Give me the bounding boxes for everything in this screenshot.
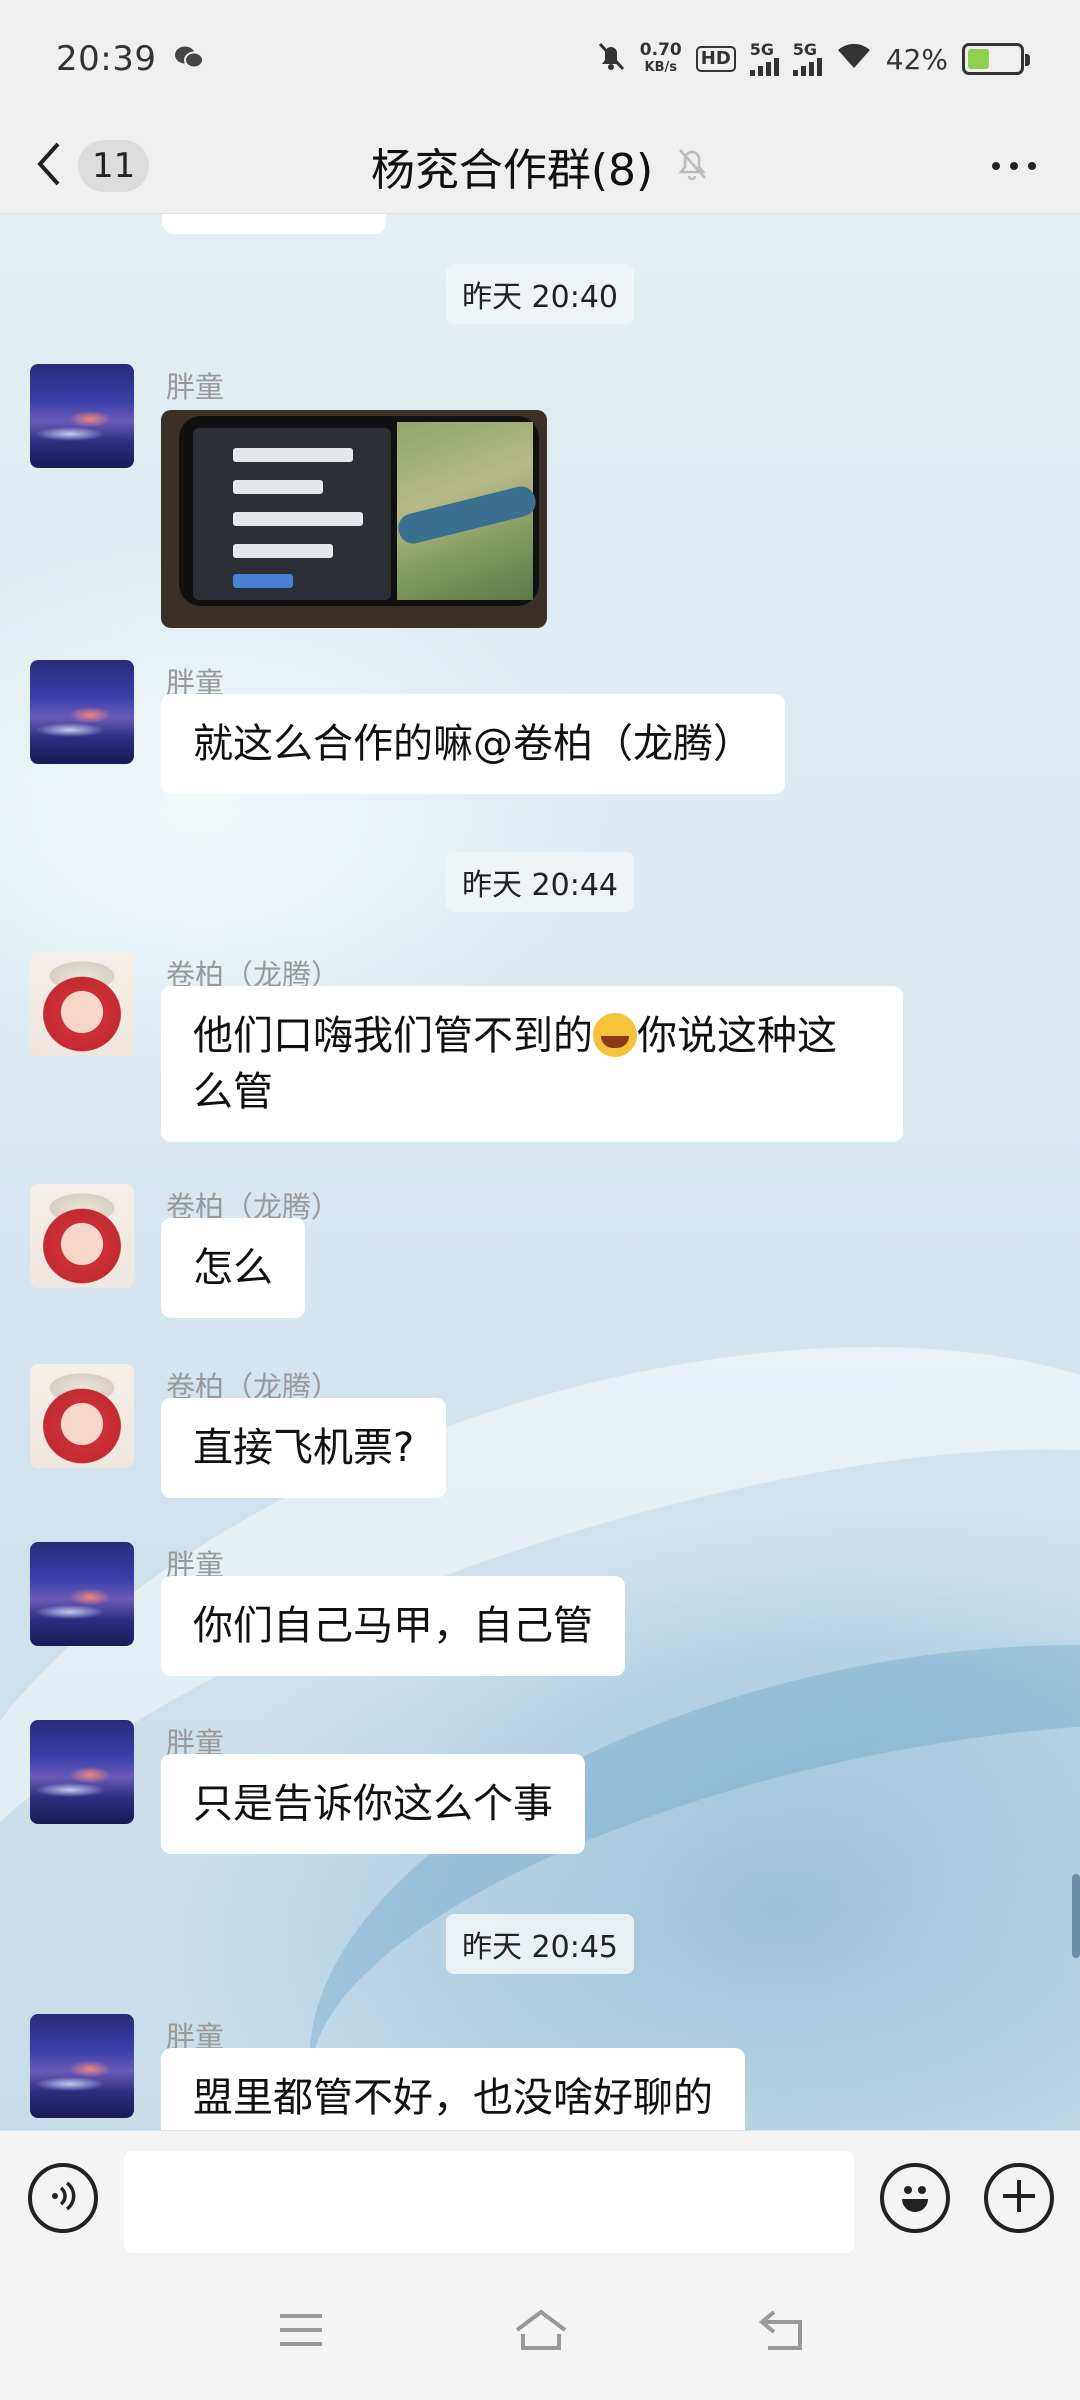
message-bubble[interactable]: 你们自己马甲，自己管 <box>161 1576 625 1676</box>
timestamp-text: 昨天 20:44 <box>446 852 634 912</box>
message-bubble[interactable]: 只是告诉你这么个事 <box>161 1754 585 1854</box>
scrollbar[interactable] <box>1072 1874 1080 1958</box>
laughing-crying-emoji-icon <box>593 1013 637 1057</box>
recent-apps-button[interactable] <box>266 2302 336 2362</box>
nav-back-button[interactable] <box>746 2302 816 2362</box>
avatar[interactable] <box>30 364 134 468</box>
chat-message: 卷柏（龙腾） 直接飞机票? <box>30 1364 1050 1514</box>
message-bubble[interactable]: 就这么合作的嘛@卷柏（龙腾） <box>161 694 785 794</box>
net-speed-value: 0.70 <box>639 40 682 60</box>
chat-header: 杨兖合作群(8) 11 <box>0 118 1080 214</box>
back-icon <box>756 2308 806 2356</box>
home-icon <box>513 2308 569 2356</box>
chat-message-list[interactable]: 昨天 20:40 胖童 胖童 就这么合作的嘛@卷柏（龙腾） 昨天 20:44 卷… <box>0 214 1080 2130</box>
timestamp-text: 昨天 20:45 <box>446 1914 634 1974</box>
avatar[interactable] <box>30 1364 134 1468</box>
menu-icon <box>278 2310 324 2354</box>
message-bubble[interactable]: 怎么 <box>161 1218 305 1318</box>
mute-icon <box>596 40 626 79</box>
signal-sim2-label: 5G <box>792 40 818 59</box>
timestamp-divider: 昨天 20:40 <box>0 264 1080 324</box>
signal-bars-icon <box>792 58 822 76</box>
avatar[interactable] <box>30 1720 134 1824</box>
message-bubble[interactable]: 盟里都管不好，也没啥好聊的 <box>161 2048 745 2130</box>
message-text: 他们口嗨我们管不到的 <box>193 1013 593 1059</box>
timestamp-divider: 昨天 20:44 <box>0 852 1080 912</box>
more-icon <box>1010 162 1018 170</box>
chat-message: 卷柏（龙腾） 他们口嗨我们管不到的 你说这种这么管 <box>30 952 1050 1172</box>
status-bar: 20:39 0.70 KB/s HD 5G 5G 42% <box>0 0 1080 118</box>
timestamp-text: 昨天 20:40 <box>446 264 634 324</box>
chat-message: 胖童 <box>30 364 1050 644</box>
chat-message: 卷柏（龙腾） 怎么 <box>30 1184 1050 1334</box>
net-speed: 0.70 KB/s <box>640 41 682 77</box>
message-bubble[interactable]: 他们口嗨我们管不到的 你说这种这么管 <box>161 986 903 1142</box>
chevron-left-icon <box>36 140 64 192</box>
voice-icon <box>45 2178 81 2218</box>
voice-button[interactable] <box>28 2163 98 2233</box>
smiley-icon <box>893 2174 937 2222</box>
unread-count-badge: 11 <box>78 140 150 192</box>
chat-title-area[interactable]: 杨兖合作群(8) <box>0 118 1080 214</box>
battery-icon <box>962 43 1030 75</box>
emoji-button[interactable] <box>880 2163 950 2233</box>
signal-sim1: 5G <box>749 40 779 76</box>
photo-chat-screen <box>193 428 391 600</box>
home-button[interactable] <box>506 2302 576 2362</box>
sender-name: 胖童 <box>166 370 225 404</box>
message-bubble[interactable]: 直接飞机票? <box>161 1398 447 1498</box>
chat-title: 杨兖合作群(8) <box>370 145 654 196</box>
more-icon <box>992 162 1000 170</box>
timestamp-divider: 昨天 20:45 <box>0 1914 1080 1974</box>
chat-message: 胖童 盟里都管不好，也没啥好聊的 <box>30 2014 1050 2130</box>
bell-off-icon <box>675 141 709 192</box>
avatar[interactable] <box>30 2014 134 2118</box>
system-nav-bar <box>0 2262 1080 2400</box>
more-icon <box>1028 162 1036 170</box>
chat-message: 胖童 只是告诉你这么个事 <box>30 1720 1050 1870</box>
signal-bars-icon <box>749 58 779 76</box>
more-button[interactable] <box>984 142 1044 190</box>
hd-indicator: HD <box>695 46 736 72</box>
avatar[interactable] <box>30 1184 134 1288</box>
battery-fill <box>968 49 989 69</box>
avatar[interactable] <box>30 660 134 764</box>
chat-message: 胖童 你们自己马甲，自己管 <box>30 1542 1050 1692</box>
signal-sim1-label: 5G <box>749 40 775 59</box>
input-bar <box>0 2130 1080 2262</box>
battery-percent: 42% <box>885 42 948 76</box>
chat-message: 胖童 就这么合作的嘛@卷柏（龙腾） <box>30 660 1050 810</box>
avatar[interactable] <box>30 952 134 1056</box>
message-input[interactable] <box>124 2151 854 2253</box>
message-bubble-partial <box>162 214 386 234</box>
plus-icon <box>999 2176 1039 2220</box>
signal-sim2: 5G <box>792 40 822 76</box>
image-message[interactable] <box>161 410 547 628</box>
add-button[interactable] <box>984 2163 1054 2233</box>
wechat-icon <box>174 40 205 78</box>
back-button[interactable]: 11 <box>36 134 150 198</box>
net-speed-unit: KB/s <box>644 60 677 75</box>
status-time: 20:39 <box>56 39 157 79</box>
avatar[interactable] <box>30 1542 134 1646</box>
wifi-icon <box>836 42 872 77</box>
